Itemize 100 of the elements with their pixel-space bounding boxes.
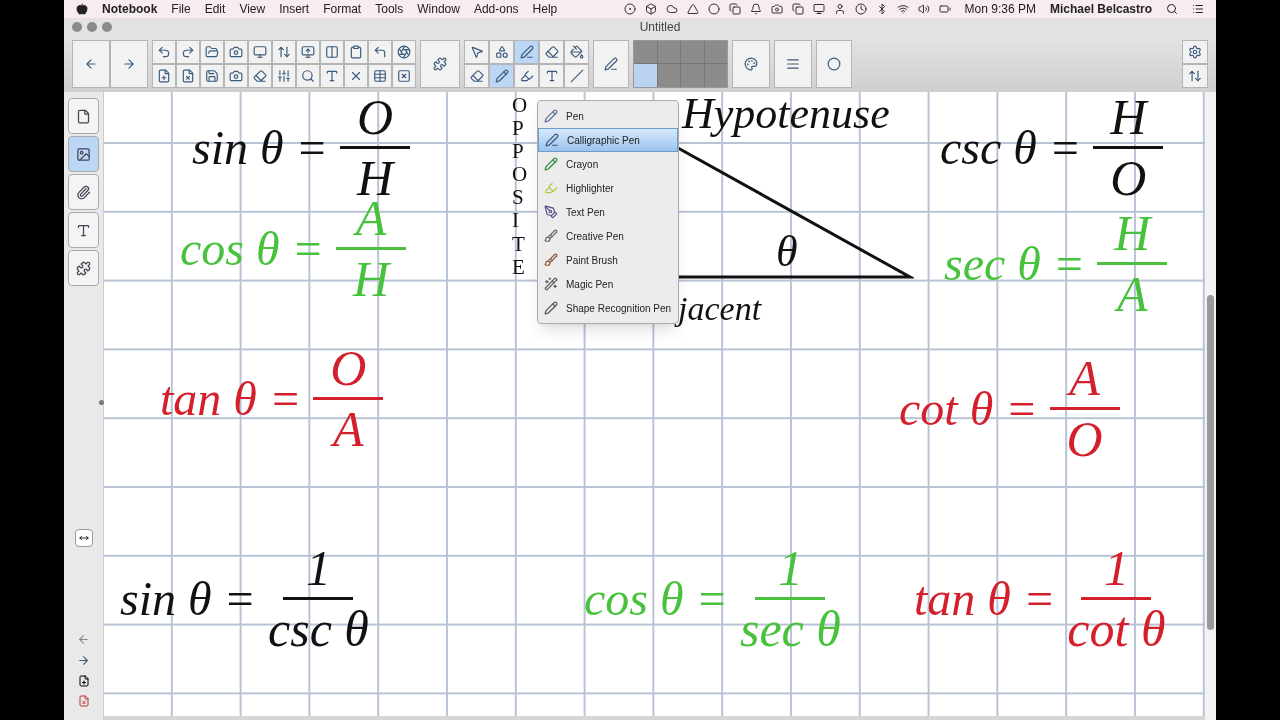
pen-button[interactable]	[514, 39, 539, 64]
pen-menu-item[interactable]: Creative Pen	[538, 224, 678, 248]
user-name[interactable]: Michael Belcastro	[1049, 0, 1152, 18]
arrow-button[interactable]	[368, 39, 392, 64]
clipboard-icon	[349, 44, 363, 59]
cloud-icon[interactable]	[665, 3, 678, 15]
forward-icon[interactable]	[77, 654, 90, 667]
battery-icon[interactable]	[938, 3, 951, 15]
text-button[interactable]	[320, 63, 344, 88]
sidebar-tab[interactable]	[68, 174, 99, 210]
person-icon[interactable]	[833, 3, 846, 15]
menu-item[interactable]: Tools	[375, 0, 404, 18]
undo-button[interactable]	[152, 39, 176, 64]
sliders-button[interactable]	[272, 63, 296, 88]
app-menu[interactable]: Notebook	[102, 0, 158, 18]
pen-menu-item[interactable]: Crayon	[538, 152, 678, 176]
search-button[interactable]	[296, 63, 320, 88]
denominator-text: O	[1110, 153, 1147, 203]
close-button[interactable]	[344, 63, 368, 88]
pointer-button[interactable]	[464, 39, 489, 64]
window-control[interactable]	[72, 21, 82, 32]
text-button[interactable]	[539, 63, 564, 88]
resize-handle[interactable]	[99, 400, 104, 405]
line-style-swatches[interactable]	[633, 39, 728, 88]
save-button[interactable]	[200, 63, 224, 88]
settings-button[interactable]	[1182, 39, 1208, 64]
palette-button[interactable]	[732, 39, 770, 88]
box-icon[interactable]	[644, 3, 657, 15]
wifi-icon[interactable]	[896, 3, 909, 15]
pen-menu-item[interactable]: Highlighter	[538, 176, 678, 200]
pen-button[interactable]	[593, 39, 629, 88]
record-icon[interactable]	[623, 3, 636, 15]
eraser-button[interactable]	[248, 63, 272, 88]
pen-menu-item[interactable]: Calligraphic Pen	[538, 128, 678, 152]
expand-button[interactable]	[74, 529, 93, 547]
pen-menu-item[interactable]: Pen	[538, 104, 678, 128]
folder-button[interactable]	[200, 39, 224, 64]
sidebar-tab[interactable]	[68, 136, 99, 172]
bell-icon[interactable]	[749, 3, 762, 15]
circle-icon[interactable]	[707, 3, 720, 15]
back-icon[interactable]	[77, 633, 90, 646]
canvas[interactable]	[104, 92, 1205, 716]
eraser-button[interactable]	[464, 63, 489, 88]
menu-item[interactable]: Help	[532, 0, 558, 18]
menu-item[interactable]: Format	[323, 0, 362, 18]
eraser-button[interactable]	[539, 39, 564, 64]
monitor-button[interactable]	[296, 39, 320, 64]
menu-item[interactable]: Window	[417, 0, 460, 18]
scrollbar-thumb[interactable]	[1207, 295, 1214, 630]
clipboard-button[interactable]	[344, 39, 368, 64]
eraser-icon	[544, 44, 559, 59]
sidebar-tab[interactable]	[68, 98, 99, 134]
numerator-text: H	[1114, 208, 1151, 258]
puzzle-button[interactable]	[420, 39, 460, 88]
add-page-icon[interactable]	[77, 675, 90, 687]
camera-icon[interactable]	[770, 3, 783, 15]
delete-page-button[interactable]	[176, 63, 200, 88]
pen-menu-item[interactable]: Magic Pen	[538, 272, 678, 296]
menu-item[interactable]: Add-ons	[473, 0, 519, 18]
menu-item[interactable]: Edit	[204, 0, 226, 18]
shapes-button[interactable]	[489, 39, 514, 64]
equation-text: tan θ =	[914, 574, 1056, 623]
arrows-button[interactable]	[272, 39, 296, 64]
columns-button[interactable]	[320, 39, 344, 64]
resize-button[interactable]	[1182, 63, 1208, 88]
add-page-button[interactable]	[152, 63, 176, 88]
list-icon[interactable]	[1192, 3, 1204, 15]
close-button[interactable]	[392, 63, 416, 88]
sidebar-tab[interactable]	[68, 212, 99, 248]
apple-icon[interactable]	[76, 3, 88, 15]
camera-button[interactable]	[224, 63, 248, 88]
delete-page-icon[interactable]	[77, 695, 90, 707]
menu-item[interactable]: File	[171, 0, 191, 18]
menu-item[interactable]: View	[239, 0, 266, 18]
equation-text: csc θ =	[940, 123, 1082, 172]
monitor-button[interactable]	[248, 39, 272, 64]
table-button[interactable]	[368, 63, 392, 88]
monitor-icon[interactable]	[812, 3, 825, 15]
sidebar-tab[interactable]	[68, 250, 99, 286]
redo-button[interactable]	[176, 39, 200, 64]
window-control[interactable]	[87, 21, 97, 32]
pen-menu-item[interactable]: Paint Brush	[538, 248, 678, 272]
menu-item[interactable]: Insert	[279, 0, 310, 18]
volume-icon[interactable]	[917, 3, 930, 15]
screens-icon[interactable]	[791, 3, 804, 15]
fill-button[interactable]	[564, 39, 589, 64]
window-control[interactable]	[102, 21, 112, 32]
delete-page-icon	[181, 68, 195, 83]
pencils-button[interactable]	[489, 63, 514, 88]
clock-text[interactable]: Mon 9:36 PM	[964, 0, 1036, 18]
search-icon[interactable]	[1166, 3, 1178, 15]
camera-button[interactable]	[224, 39, 248, 64]
pen-menu-item[interactable]: Text Pen	[538, 200, 678, 224]
fraction-bar	[335, 247, 406, 250]
highlighter-button[interactable]	[514, 63, 539, 88]
triangle-icon[interactable]	[686, 3, 699, 15]
copy-icon[interactable]	[728, 3, 741, 15]
clock-icon[interactable]	[854, 3, 867, 15]
aperture-button[interactable]	[392, 39, 416, 64]
pen-menu-item[interactable]: Shape Recognition Pen	[538, 296, 678, 320]
